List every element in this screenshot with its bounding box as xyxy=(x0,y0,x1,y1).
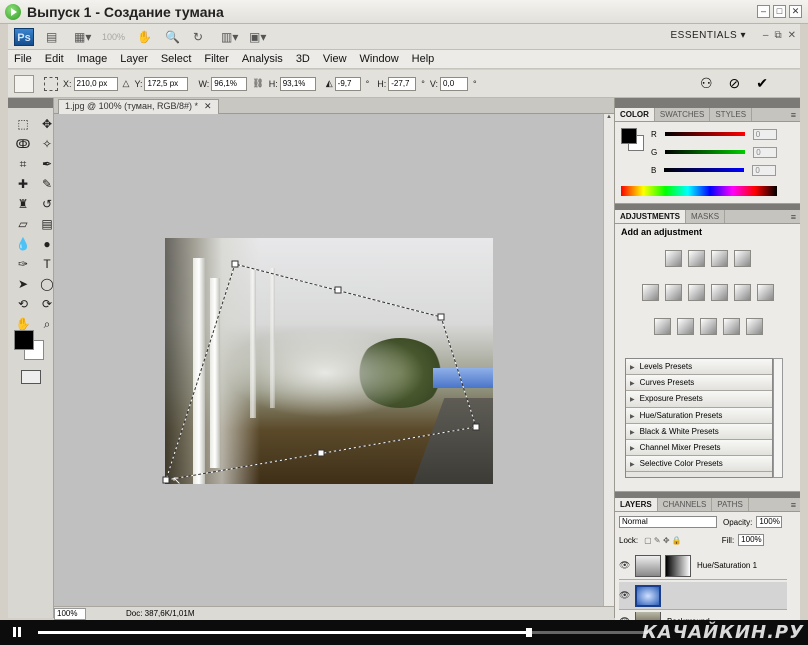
vibrance-icon[interactable] xyxy=(642,284,659,301)
tab-paths[interactable]: PATHS xyxy=(712,498,749,511)
blue-channel-row: B 0 xyxy=(651,164,777,176)
tab-layers[interactable]: LAYERS xyxy=(615,498,658,511)
transform-handle[interactable] xyxy=(437,313,445,321)
color-fg-swatch[interactable] xyxy=(621,128,637,144)
seek-handle[interactable] xyxy=(526,628,533,637)
color-panel-tabs: COLOR SWATCHES STYLES ≡ xyxy=(615,108,800,122)
color-spectrum[interactable] xyxy=(621,186,777,196)
red-slider[interactable] xyxy=(664,132,745,136)
curves-icon[interactable] xyxy=(711,250,728,267)
tab-adjustments[interactable]: ADJUSTMENTS xyxy=(615,210,687,223)
blue-slider[interactable] xyxy=(664,168,745,172)
photo-filter-icon[interactable] xyxy=(734,284,751,301)
color-balance-icon[interactable] xyxy=(688,284,705,301)
red-label: R xyxy=(651,129,657,139)
green-label: G xyxy=(651,147,658,157)
layers-panel-tabs: LAYERS CHANNELS PATHS ≡ xyxy=(615,498,800,512)
red-value-field[interactable]: 0 xyxy=(752,128,777,140)
transform-handle[interactable] xyxy=(317,449,325,457)
opacity-field[interactable]: 100% xyxy=(756,516,783,528)
posterize-icon[interactable] xyxy=(676,318,694,335)
tab-swatches[interactable]: SWATCHES xyxy=(655,108,711,121)
opacity-label: Opacity: xyxy=(723,517,753,527)
layer-row[interactable]: 👁 xyxy=(619,582,787,610)
transform-handle[interactable] xyxy=(231,260,239,268)
scroll-up-icon[interactable]: ▲ xyxy=(604,114,614,125)
blend-mode-select[interactable]: Normal xyxy=(619,516,717,528)
transform-handle[interactable] xyxy=(162,476,170,484)
preset-item-black-white[interactable]: Black & White Presets xyxy=(626,423,772,440)
green-channel-row: G 0 xyxy=(651,146,778,158)
tab-channels[interactable]: CHANNELS xyxy=(658,498,713,511)
blue-label: B xyxy=(651,165,657,175)
preset-item-exposure[interactable]: Exposure Presets xyxy=(626,391,772,408)
panel-grip[interactable] xyxy=(615,98,800,108)
tab-masks[interactable]: MASKS xyxy=(686,210,726,223)
layer-thumb xyxy=(635,584,661,607)
vertical-scrollbar[interactable]: ▲ xyxy=(603,114,614,606)
gradient-map-icon[interactable] xyxy=(722,318,740,335)
presets-list: Levels Presets Curves Presets Exposure P… xyxy=(625,358,773,478)
green-slider[interactable] xyxy=(665,150,746,154)
watermark: КАЧАЙКИН.РУ xyxy=(642,622,804,643)
lock-icons[interactable]: ▢ ✎ ✥ 🔒 xyxy=(644,536,682,545)
preset-item-curves[interactable]: Curves Presets xyxy=(626,375,772,392)
black-white-icon[interactable] xyxy=(711,284,728,301)
status-zoom-field[interactable]: 100% xyxy=(54,607,86,620)
levels-icon[interactable] xyxy=(688,250,705,267)
layer-name: Hue/Saturation 1 xyxy=(697,561,758,570)
right-panels: COLOR SWATCHES STYLES ≡ R 0 G 0 B 0 ADJU… xyxy=(614,98,800,642)
lock-label: Lock: xyxy=(619,535,639,545)
seek-bar[interactable] xyxy=(38,628,648,637)
status-bar: 100% Doc: 387,6K/1,01M xyxy=(54,606,614,620)
preset-item-hue-saturation[interactable]: Hue/Saturation Presets xyxy=(626,407,772,424)
fill-field[interactable]: 100% xyxy=(738,534,765,546)
channel-mixer-icon[interactable] xyxy=(757,284,774,301)
red-channel-row: R 0 xyxy=(651,128,777,140)
transform-handle[interactable] xyxy=(472,423,480,431)
tab-color[interactable]: COLOR xyxy=(615,108,655,121)
layer-row[interactable]: 👁 Hue/Saturation 1 xyxy=(619,552,787,580)
panel-menu-icon[interactable]: ≡ xyxy=(791,210,796,224)
exposure-icon[interactable] xyxy=(734,250,751,267)
panel-menu-icon[interactable]: ≡ xyxy=(791,108,796,122)
document-size-info[interactable]: Doc: 387,6K/1,01M xyxy=(126,609,194,618)
preset-item-channel-mixer[interactable]: Channel Mixer Presets xyxy=(626,439,772,457)
color-panel: R 0 G 0 B 0 xyxy=(615,122,800,204)
tab-styles[interactable]: STYLES xyxy=(710,108,753,121)
fill-label: Fill: xyxy=(721,535,735,545)
preset-item-levels[interactable]: Levels Presets xyxy=(626,359,772,376)
mask-thumb xyxy=(665,554,691,577)
pause-icon[interactable] xyxy=(12,627,22,637)
green-value-field[interactable]: 0 xyxy=(753,146,778,158)
adjustments-title: Add an adjustment xyxy=(621,227,703,237)
brightness-contrast-icon[interactable] xyxy=(665,250,682,267)
adjustments-panel-tabs: ADJUSTMENTS MASKS ≡ xyxy=(615,210,800,224)
invert-icon[interactable] xyxy=(653,318,671,335)
presets-scrollbar[interactable] xyxy=(773,358,783,478)
adjustment-thumb xyxy=(635,554,661,577)
threshold-icon[interactable] xyxy=(699,318,717,335)
adjustments-panel: Add an adjustment Levels Presets Curves … xyxy=(615,224,800,492)
visibility-eye-icon[interactable]: 👁 xyxy=(619,590,631,601)
cursor-icon: ↖ xyxy=(172,475,181,487)
selective-color-icon[interactable] xyxy=(745,318,763,335)
hue-saturation-icon[interactable] xyxy=(665,284,682,301)
visibility-eye-icon[interactable]: 👁 xyxy=(619,560,631,571)
preset-item-selective-color[interactable]: Selective Color Presets xyxy=(626,456,772,473)
panel-menu-icon[interactable]: ≡ xyxy=(791,498,796,512)
seek-progress xyxy=(38,631,530,634)
transform-handle[interactable] xyxy=(334,286,342,294)
blue-value-field[interactable]: 0 xyxy=(752,164,777,176)
video-player-bar: КАЧАЙКИН.РУ xyxy=(0,620,808,645)
